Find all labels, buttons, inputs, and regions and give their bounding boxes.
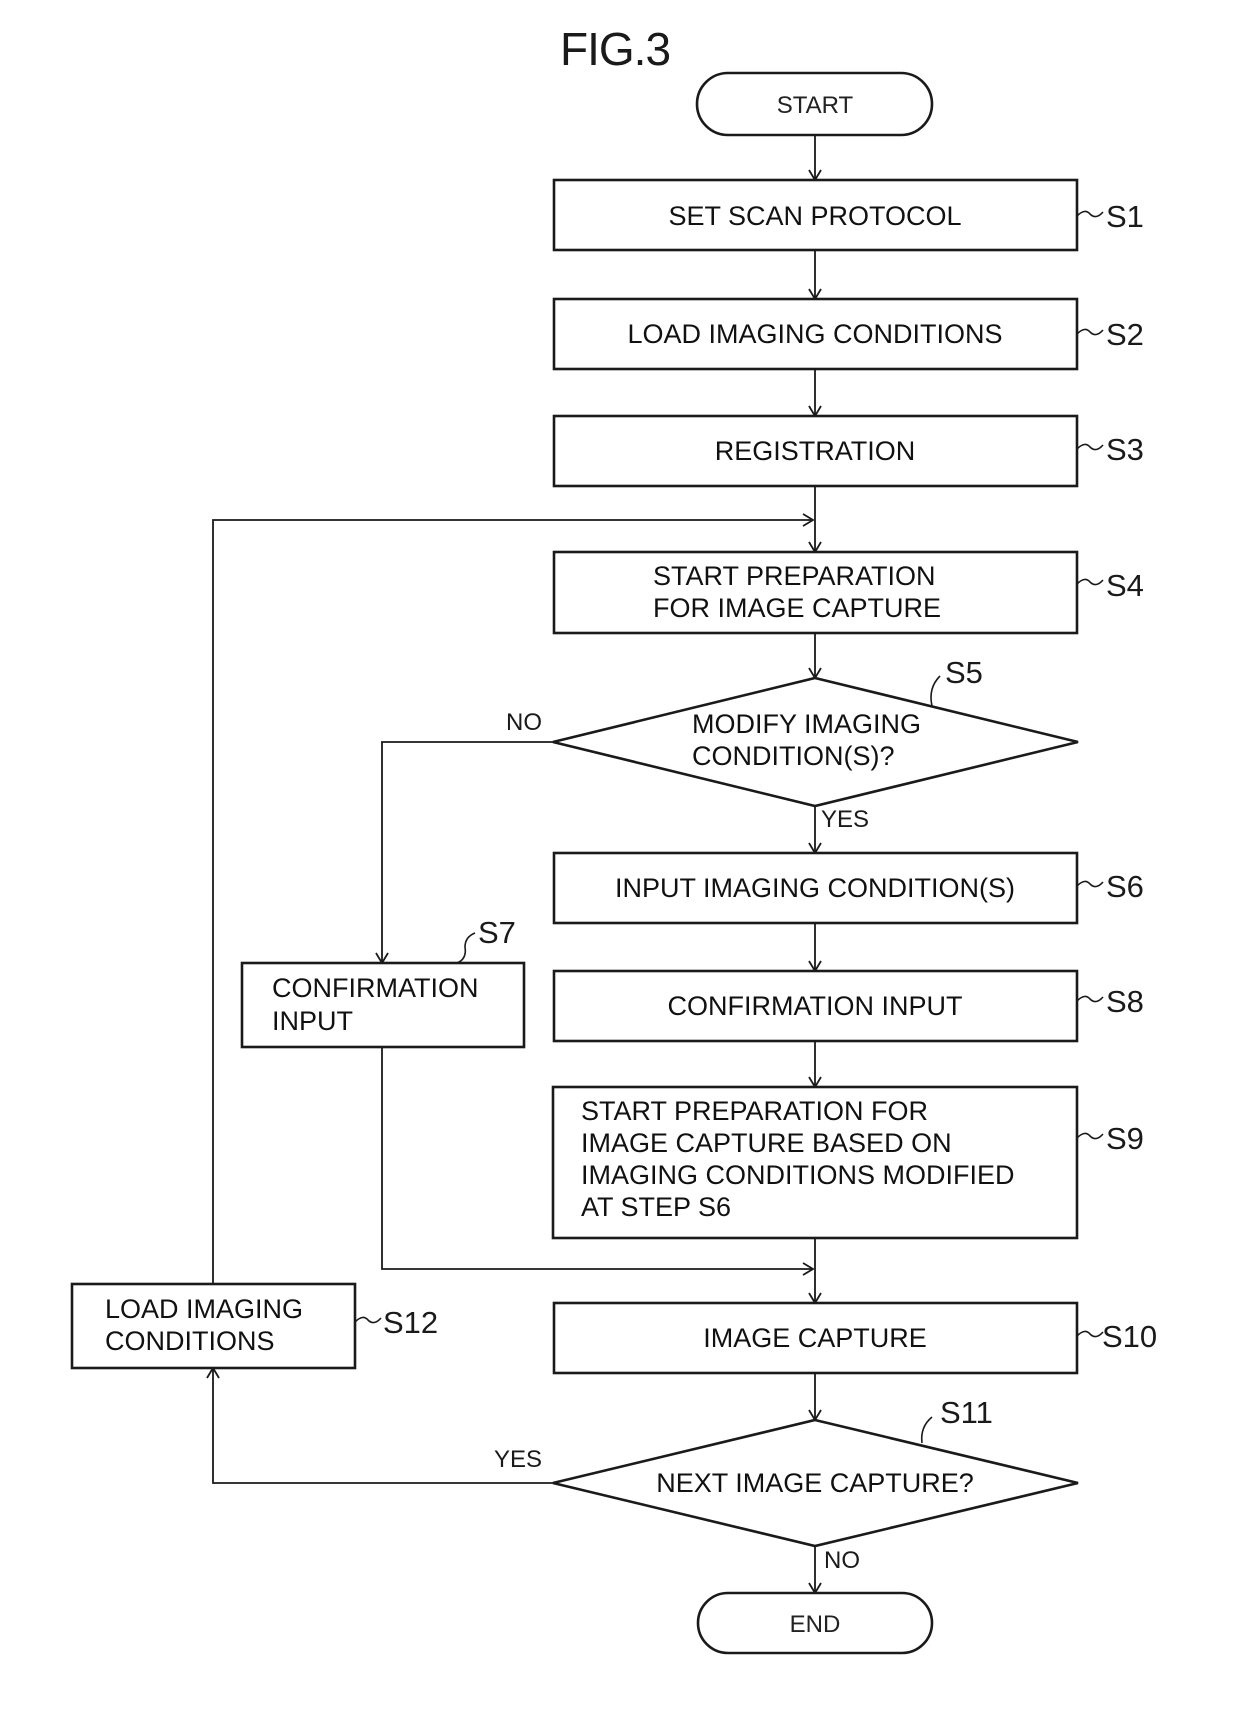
step-s9: START PREPARATION FOR IMAGE CAPTURE BASE…: [551, 1085, 1144, 1240]
step-s9-text-line1: START PREPARATION FOR: [581, 1096, 928, 1126]
step-s9-text-line3: IMAGING CONDITIONS MODIFIED: [581, 1160, 1015, 1190]
decision-s5-text-line1: MODIFY IMAGING: [692, 709, 921, 739]
step-s12: LOAD IMAGING CONDITIONS S12: [70, 1282, 438, 1370]
end-terminal: END: [696, 1591, 934, 1655]
decision-s11-text: NEXT IMAGE CAPTURE?: [656, 1468, 974, 1498]
step-s8: CONFIRMATION INPUT S8: [552, 969, 1144, 1043]
step-s4-text-line2: FOR IMAGE CAPTURE: [653, 593, 941, 623]
start-label: START: [777, 92, 854, 119]
step-s6: INPUT IMAGING CONDITION(S) S6: [552, 851, 1144, 925]
step-s4-text-line1: START PREPARATION: [653, 561, 936, 591]
step-s9-text-line2: IMAGE CAPTURE BASED ON: [581, 1128, 952, 1158]
step-s10-id: S10: [1102, 1319, 1157, 1354]
step-s6-text: INPUT IMAGING CONDITION(S): [615, 873, 1015, 903]
step-s4: START PREPARATION FOR IMAGE CAPTURE S4: [552, 550, 1144, 635]
step-s10: IMAGE CAPTURE S10: [552, 1301, 1157, 1375]
decision-s11-id: S11: [940, 1395, 993, 1430]
step-s12-id: S12: [383, 1305, 438, 1340]
step-s6-id: S6: [1106, 869, 1144, 904]
step-s8-text: CONFIRMATION INPUT: [668, 991, 963, 1021]
decision-s11-yes-label: YES: [494, 1446, 542, 1473]
step-s10-text: IMAGE CAPTURE: [703, 1323, 927, 1353]
step-s7-text-line2: INPUT: [272, 1006, 353, 1036]
start-terminal: START: [695, 71, 934, 137]
decision-s5-id: S5: [945, 655, 983, 690]
step-s12-text-line1: LOAD IMAGING: [105, 1294, 303, 1324]
decision-s5-yes-label: YES: [821, 806, 869, 833]
step-s1-text: SET SCAN PROTOCOL: [668, 201, 961, 231]
step-s3-id: S3: [1106, 432, 1144, 467]
step-s2: LOAD IMAGING CONDITIONS S2: [552, 297, 1144, 371]
step-s7: CONFIRMATION INPUT S7: [240, 915, 526, 1049]
step-s7-id: S7: [478, 915, 516, 950]
step-s2-id: S2: [1106, 317, 1144, 352]
step-s1: SET SCAN PROTOCOL S1: [552, 178, 1144, 252]
end-label: END: [790, 1611, 841, 1638]
decision-s11: NEXT IMAGE CAPTURE? S11 YES NO: [494, 1395, 1079, 1574]
step-s1-id: S1: [1106, 199, 1144, 234]
figure-title: FIG.3: [560, 23, 670, 75]
decision-s5: MODIFY IMAGING CONDITION(S)? S5 NO YES: [506, 655, 1079, 833]
arrow-s5-s7-no: [375, 741, 553, 965]
decision-s5-no-label: NO: [506, 709, 542, 736]
step-s12-text-line2: CONDITIONS: [105, 1326, 275, 1356]
step-s7-text-line1: CONFIRMATION: [272, 973, 478, 1003]
step-s9-id: S9: [1106, 1121, 1144, 1156]
step-s2-text: LOAD IMAGING CONDITIONS: [627, 319, 1002, 349]
flowchart: FIG.3 START SET SCAN PROTOCOL S1 LOAD IM…: [70, 23, 1157, 1655]
step-s8-id: S8: [1106, 984, 1144, 1019]
decision-s11-no-label: NO: [824, 1547, 860, 1574]
step-s3: REGISTRATION S3: [552, 414, 1144, 488]
step-s9-text-line4: AT STEP S6: [581, 1192, 731, 1222]
decision-s5-text-line2: CONDITION(S)?: [692, 741, 895, 771]
step-s3-text: REGISTRATION: [715, 436, 916, 466]
step-s4-id: S4: [1106, 568, 1144, 603]
